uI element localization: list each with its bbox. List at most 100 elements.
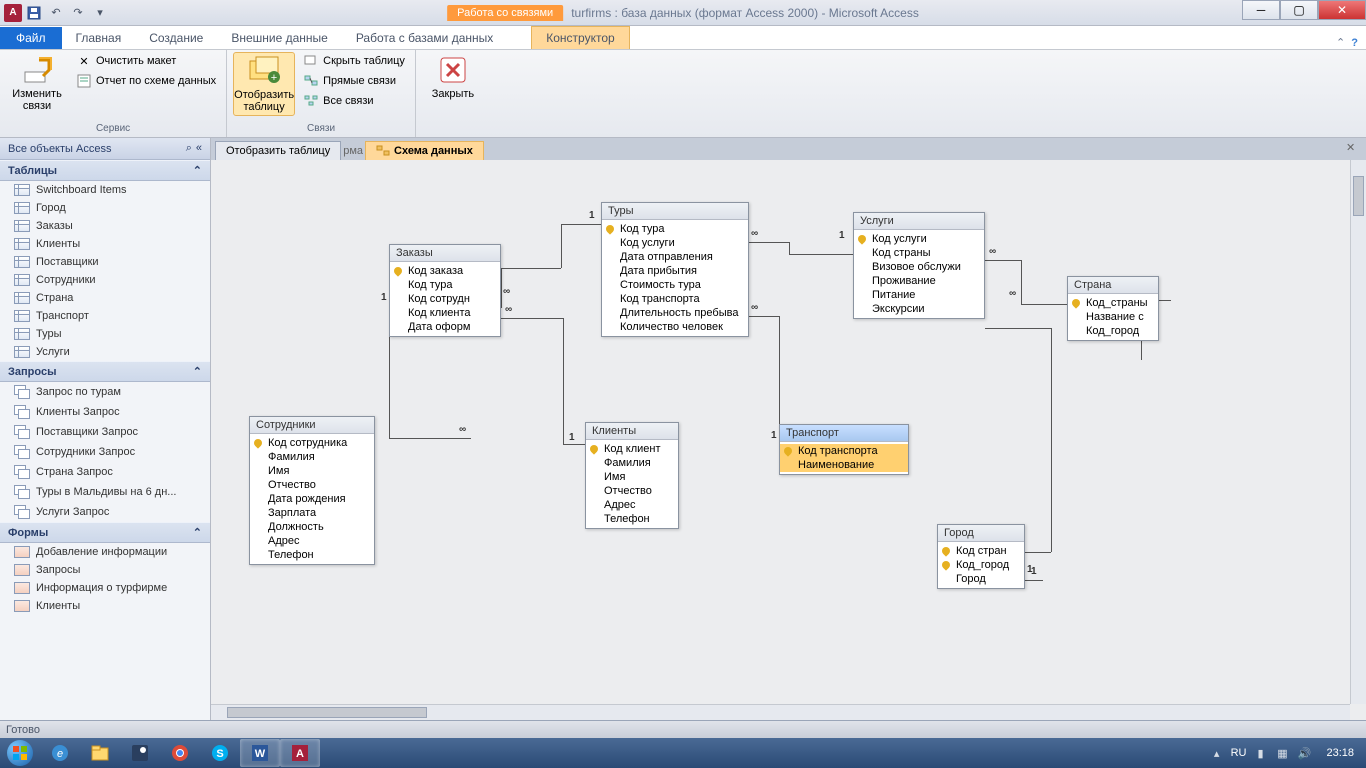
field[interactable]: Код клиент	[586, 442, 678, 456]
qat-redo-icon[interactable]: ↷	[68, 3, 88, 23]
nav-item[interactable]: Услуги	[0, 343, 210, 361]
field[interactable]: Должность	[250, 520, 374, 534]
nav-item[interactable]: Поставщики	[0, 253, 210, 271]
tab-home[interactable]: Главная	[62, 27, 136, 49]
all-relations-button[interactable]: Все связи	[299, 92, 409, 110]
field[interactable]: Код сотрудн	[390, 292, 500, 306]
nav-search-icon[interactable]: ⌕	[186, 142, 192, 155]
field[interactable]: Адрес	[250, 534, 374, 548]
field[interactable]: Отчество	[586, 484, 678, 498]
field[interactable]: Код транспорта	[602, 292, 748, 306]
nav-item[interactable]: Клиенты Запрос	[0, 402, 210, 422]
nav-item[interactable]: Сотрудники Запрос	[0, 442, 210, 462]
direct-relations-button[interactable]: Прямые связи	[299, 72, 409, 90]
tray-flag-icon[interactable]: ▮	[1252, 745, 1268, 761]
nav-item[interactable]: Клиенты	[0, 597, 210, 615]
nav-item[interactable]: Switchboard Items	[0, 181, 210, 199]
table-box-gorod[interactable]: Город Код странКод_городГород	[937, 524, 1025, 589]
field[interactable]: Визовое обслужи	[854, 260, 984, 274]
nav-section-queries[interactable]: Запросы⌃	[0, 361, 210, 382]
field[interactable]: Телефон	[250, 548, 374, 562]
doc-tab-show-table[interactable]: Отобразить таблицу	[215, 141, 341, 160]
nav-item[interactable]: Клиенты	[0, 235, 210, 253]
field[interactable]: Отчество	[250, 478, 374, 492]
nav-collapse-icon[interactable]: «	[196, 142, 202, 155]
field[interactable]: Питание	[854, 288, 984, 302]
nav-header[interactable]: Все объекты Access ⌕«	[0, 138, 210, 160]
nav-section-tables[interactable]: Таблицы⌃	[0, 160, 210, 181]
table-box-sotrudniki[interactable]: Сотрудники Код сотрудникаФамилияИмяОтчес…	[249, 416, 375, 565]
taskbar-steam-icon[interactable]	[120, 739, 160, 767]
field[interactable]: Фамилия	[586, 456, 678, 470]
horizontal-scrollbar[interactable]	[211, 704, 1350, 720]
table-box-uslugi[interactable]: Услуги Код услугиКод страныВизовое обслу…	[853, 212, 985, 319]
clock[interactable]: 23:18	[1318, 747, 1362, 759]
doc-close-button[interactable]: ✕	[1346, 141, 1362, 157]
edit-relations-button[interactable]: Изменить связи	[6, 52, 68, 114]
field[interactable]: Код стран	[938, 544, 1024, 558]
field[interactable]: Дата отправления	[602, 250, 748, 264]
nav-item[interactable]: Добавление информации	[0, 543, 210, 561]
tab-dbtools[interactable]: Работа с базами данных	[342, 27, 507, 49]
field[interactable]: Дата рождения	[250, 492, 374, 506]
table-box-strana[interactable]: Страна Код_страныНазвание сКод_город	[1067, 276, 1159, 341]
table-box-tury[interactable]: Туры Код тураКод услугиДата отправленияД…	[601, 202, 749, 337]
taskbar-word-icon[interactable]: W	[240, 739, 280, 767]
tray-network-icon[interactable]: ▦	[1274, 745, 1290, 761]
nav-item[interactable]: Страна	[0, 289, 210, 307]
taskbar-ie-icon[interactable]: e	[40, 739, 80, 767]
taskbar-chrome-icon[interactable]	[160, 739, 200, 767]
field[interactable]: Город	[938, 572, 1024, 586]
field[interactable]: Код_страны	[1068, 296, 1158, 310]
tab-create[interactable]: Создание	[135, 27, 217, 49]
field[interactable]: Экскурсии	[854, 302, 984, 316]
field[interactable]: Имя	[586, 470, 678, 484]
field[interactable]: Код клиента	[390, 306, 500, 320]
relation-report-button[interactable]: Отчет по схеме данных	[72, 72, 220, 90]
nav-item[interactable]: Информация о турфирме	[0, 579, 210, 597]
tab-file[interactable]: Файл	[0, 27, 62, 49]
field[interactable]: Дата прибытия	[602, 264, 748, 278]
nav-item[interactable]: Сотрудники	[0, 271, 210, 289]
nav-item[interactable]: Страна Запрос	[0, 462, 210, 482]
tab-external[interactable]: Внешние данные	[217, 27, 342, 49]
field[interactable]: Код услуги	[854, 232, 984, 246]
field[interactable]: Зарплата	[250, 506, 374, 520]
field[interactable]: Код страны	[854, 246, 984, 260]
field[interactable]: Код_город	[1068, 324, 1158, 338]
schema-canvas[interactable]: 1 ∞ ∞ 1 ∞ 1 ∞ 1 ∞ 1 ∞ ∞	[211, 160, 1366, 720]
show-table-button[interactable]: + Отобразить таблицу	[233, 52, 295, 116]
field[interactable]: Длительность пребыва	[602, 306, 748, 320]
field[interactable]: Количество человек	[602, 320, 748, 334]
minimize-ribbon-icon[interactable]: ⌃	[1336, 36, 1345, 49]
field[interactable]: Код транспорта	[780, 444, 908, 458]
nav-item[interactable]: Поставщики Запрос	[0, 422, 210, 442]
help-icon[interactable]: ?	[1351, 37, 1358, 49]
minimize-button[interactable]: ─	[1242, 0, 1280, 20]
clear-layout-button[interactable]: ✕Очистить макет	[72, 52, 220, 70]
nav-item[interactable]: Запрос по турам	[0, 382, 210, 402]
tray-volume-icon[interactable]: 🔊	[1296, 745, 1312, 761]
qat-undo-icon[interactable]: ↶	[46, 3, 66, 23]
app-icon[interactable]: A	[4, 4, 22, 22]
field[interactable]: Код сотрудника	[250, 436, 374, 450]
nav-item[interactable]: Транспорт	[0, 307, 210, 325]
taskbar-explorer-icon[interactable]	[80, 739, 120, 767]
field[interactable]: Наименование	[780, 458, 908, 472]
field[interactable]: Стоимость тура	[602, 278, 748, 292]
doc-tab-schema[interactable]: Схема данных	[365, 141, 484, 160]
taskbar-access-icon[interactable]: A	[280, 739, 320, 767]
lang-indicator[interactable]: RU	[1231, 747, 1247, 759]
qat-save-icon[interactable]	[24, 3, 44, 23]
nav-item[interactable]: Город	[0, 199, 210, 217]
vertical-scrollbar[interactable]	[1350, 160, 1366, 704]
field[interactable]: Фамилия	[250, 450, 374, 464]
field[interactable]: Код заказа	[390, 264, 500, 278]
nav-item[interactable]: Услуги Запрос	[0, 502, 210, 522]
field[interactable]: Код услуги	[602, 236, 748, 250]
taskbar-skype-icon[interactable]: S	[200, 739, 240, 767]
close-button[interactable]: ✕	[1318, 0, 1366, 20]
qat-dropdown-icon[interactable]: ▾	[90, 3, 110, 23]
field[interactable]: Код тура	[602, 222, 748, 236]
nav-item[interactable]: Запросы	[0, 561, 210, 579]
